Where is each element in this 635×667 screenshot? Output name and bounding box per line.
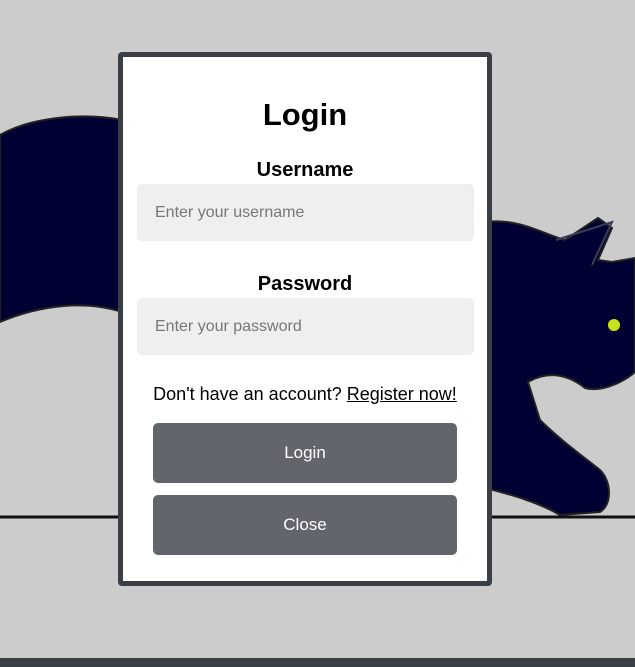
cat-eye [608,319,620,331]
footer-bar [0,658,635,667]
login-modal: Login Username Password Don't have an ac… [118,52,492,586]
password-input[interactable] [137,298,474,355]
register-prompt-line: Don't have an account? Register now! [123,383,487,405]
cat-silhouette [0,115,123,324]
register-prompt: Don't have an account? [153,384,347,404]
username-input[interactable] [137,184,474,241]
register-link[interactable]: Register now! [347,384,457,404]
cat-silhouette [485,216,635,517]
username-label: Username [256,159,354,181]
password-label: Password [257,273,353,295]
modal-title: Login [262,97,348,132]
close-button[interactable]: Close [153,495,457,555]
login-button[interactable]: Login [153,423,457,483]
